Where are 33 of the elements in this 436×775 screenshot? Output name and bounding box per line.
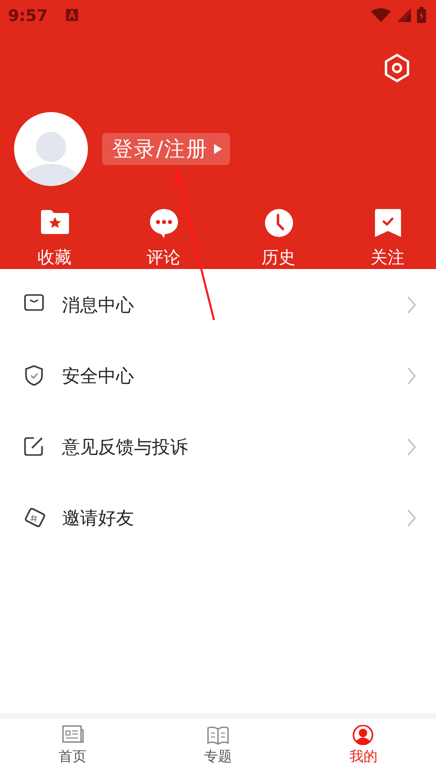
- clock-icon: [264, 208, 294, 239]
- bookmark-check-icon: [372, 208, 402, 239]
- battery-icon: [417, 7, 426, 23]
- comment-icon: [148, 208, 178, 239]
- tab[interactable]: 我的: [290, 719, 436, 775]
- menu-item[interactable]: 消息中心: [0, 269, 436, 340]
- status-time: 9:57: [8, 6, 48, 24]
- newspaper-icon: [62, 725, 84, 745]
- settings-icon[interactable]: [383, 53, 411, 83]
- tab[interactable]: 首页: [0, 719, 146, 775]
- menu-item[interactable]: 意见反馈与投诉: [0, 411, 436, 482]
- chevron-right-icon: [407, 296, 417, 314]
- menu-item[interactable]: 邀请好友: [0, 482, 436, 553]
- avatar[interactable]: [14, 112, 88, 186]
- chevron-right-icon: [407, 366, 417, 384]
- edit-icon: [24, 436, 46, 457]
- notification-icon: [66, 9, 78, 21]
- wifi-icon: [371, 8, 391, 22]
- quick-action-button[interactable]: 收藏: [0, 208, 109, 269]
- menu-item[interactable]: 安全中心: [0, 340, 436, 411]
- chevron-right-icon: [407, 438, 417, 456]
- shield-check-icon: [24, 365, 46, 386]
- book-icon: [206, 725, 229, 745]
- person-icon: [352, 725, 374, 745]
- signal-icon: [397, 8, 411, 22]
- quick-action-button[interactable]: 历史: [224, 208, 333, 269]
- tab[interactable]: 专题: [145, 719, 291, 775]
- tag-icon: [24, 507, 46, 528]
- triangle-icon: [214, 144, 222, 154]
- login-button[interactable]: 登录/注册: [102, 133, 230, 165]
- chevron-right-icon: [407, 508, 417, 526]
- quick-action-button[interactable]: 评论: [109, 208, 218, 269]
- quick-action-button[interactable]: 关注: [333, 208, 436, 269]
